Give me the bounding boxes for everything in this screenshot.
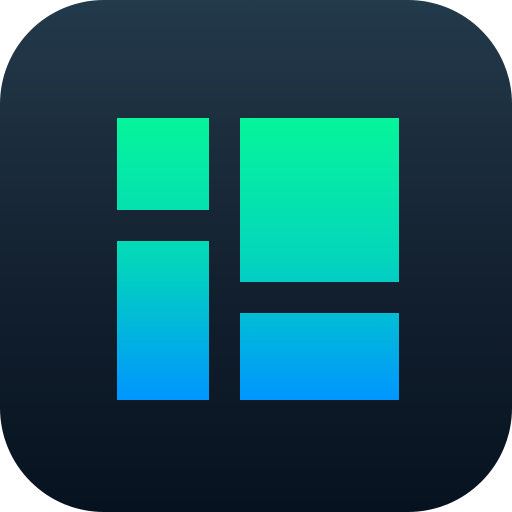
layout-tile-top-right	[240, 118, 399, 282]
app-icon[interactable]	[0, 0, 512, 512]
layout-tile-bottom-right	[240, 313, 399, 400]
layout-tile-bottom-left	[117, 241, 209, 400]
layout-grid-icon	[117, 118, 399, 400]
layout-tile-top-left	[117, 118, 209, 210]
